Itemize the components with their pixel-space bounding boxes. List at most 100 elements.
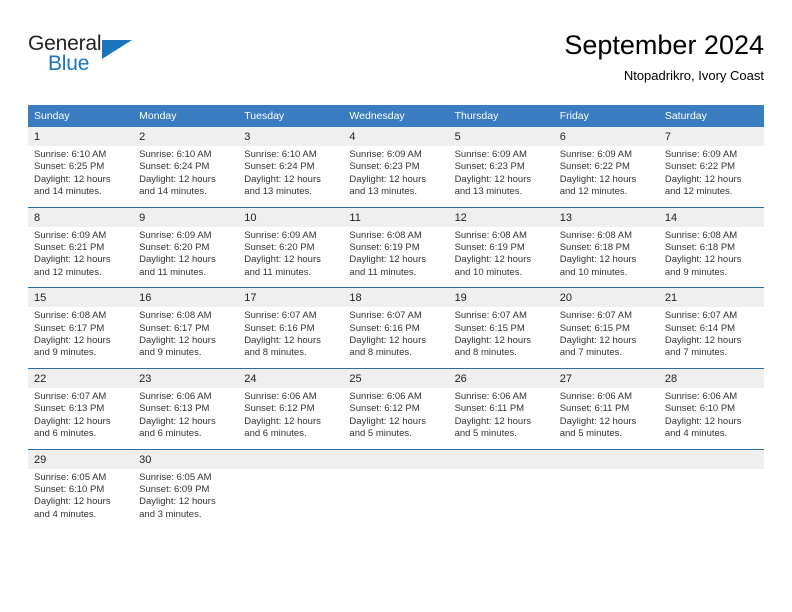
calendar-page: General Blue September 2024 Ntopadrikro,… [0, 0, 792, 612]
day-number[interactable]: 10 [238, 206, 344, 227]
weekday-header-saturday: Saturday [658, 105, 764, 127]
day-number[interactable]: 3 [238, 127, 344, 146]
day-cell[interactable]: Sunrise: 6:08 AM Sunset: 6:19 PM Daylight:… [343, 226, 449, 288]
day-cell[interactable]: Sunrise: 6:09 AM Sunset: 6:20 PM Daylight:… [238, 226, 344, 288]
day-cell[interactable]: Sunrise: 6:10 AM Sunset: 6:24 PM Daylight:… [133, 146, 239, 208]
day-number[interactable]: 24 [238, 367, 344, 388]
day-sunrise-text: Sunrise: 6:06 AM [139, 390, 212, 402]
day-cell[interactable]: Sunrise: 6:10 AM Sunset: 6:25 PM Daylight:… [28, 146, 134, 208]
day-cell[interactable]: Sunrise: 6:08 AM Sunset: 6:18 PM Daylight:… [553, 226, 659, 288]
day-cell[interactable]: Sunrise: 6:06 AM Sunset: 6:11 PM Daylight:… [553, 387, 659, 449]
day-cell[interactable]: Sunrise: 6:06 AM Sunset: 6:12 PM Daylight:… [238, 387, 344, 449]
day-cell[interactable]: Sunrise: 6:09 AM Sunset: 6:21 PM Daylight:… [28, 226, 134, 288]
day-daylight1-text: Daylight: 12 hours [454, 254, 532, 266]
day-number[interactable]: 13 [553, 206, 659, 227]
weekday-header-thursday: Thursday [448, 105, 554, 127]
day-number[interactable]: 4 [343, 127, 449, 146]
day-cell[interactable]: Sunrise: 6:09 AM Sunset: 6:22 PM Daylight:… [553, 146, 659, 208]
calendar-week-numbers-row: 1234567 [28, 127, 764, 146]
day-number[interactable]: 11 [343, 206, 449, 227]
day-daylight2-text: and 5 minutes. [349, 428, 412, 440]
day-number[interactable]: 9 [133, 206, 239, 227]
day-cell[interactable]: Sunrise: 6:07 AM Sunset: 6:13 PM Daylight:… [28, 387, 134, 449]
day-number[interactable]: 21 [658, 287, 764, 308]
day-sunset-text: Sunset: 6:19 PM [349, 242, 420, 254]
day-number[interactable]: 20 [553, 287, 659, 308]
day-number[interactable]: 18 [343, 287, 449, 308]
day-sunset-text: Sunset: 6:10 PM [34, 483, 105, 495]
calendar-grid: Sunday Monday Tuesday Wednesday Thursday… [28, 105, 764, 530]
day-daylight1-text: Daylight: 12 hours [244, 335, 321, 347]
day-cell[interactable]: Sunrise: 6:06 AM Sunset: 6:12 PM Daylight:… [343, 387, 449, 449]
brand-logo[interactable]: General Blue [28, 32, 148, 78]
day-sunrise-text: Sunrise: 6:06 AM [454, 390, 527, 402]
day-daylight2-text: and 9 minutes. [139, 347, 202, 359]
day-cell[interactable]: Sunrise: 6:08 AM Sunset: 6:19 PM Daylight:… [448, 226, 554, 288]
day-sunset-text: Sunset: 6:23 PM [349, 161, 420, 173]
day-cell[interactable]: Sunrise: 6:06 AM Sunset: 6:13 PM Daylight:… [133, 387, 239, 449]
day-number[interactable]: 29 [28, 448, 134, 469]
day-number[interactable]: 5 [448, 127, 554, 146]
day-cell[interactable]: Sunrise: 6:09 AM Sunset: 6:23 PM Daylight:… [448, 146, 554, 208]
weekday-header-sunday: Sunday [28, 105, 134, 127]
day-number[interactable]: 12 [448, 206, 554, 227]
day-number[interactable]: 22 [28, 367, 134, 388]
day-daylight1-text: Daylight: 12 hours [34, 496, 111, 508]
day-daylight2-text: and 11 minutes. [244, 266, 312, 278]
day-daylight1-text: Daylight: 12 hours [244, 415, 321, 427]
day-number[interactable]: 27 [553, 367, 659, 388]
day-cell[interactable]: Sunrise: 6:09 AM Sunset: 6:22 PM Daylight:… [658, 146, 764, 208]
day-daylight1-text: Daylight: 12 hours [559, 335, 637, 347]
day-number[interactable]: 26 [448, 367, 554, 388]
day-sunrise-text: Sunrise: 6:09 AM [454, 149, 527, 160]
day-cell[interactable]: Sunrise: 6:07 AM Sunset: 6:15 PM Daylight:… [448, 307, 554, 369]
day-number[interactable]: 6 [553, 127, 659, 146]
day-number[interactable]: 30 [133, 448, 239, 469]
day-sunrise-text: Sunrise: 6:08 AM [664, 229, 738, 241]
day-cell[interactable]: Sunrise: 6:08 AM Sunset: 6:18 PM Daylight:… [658, 226, 764, 288]
weekday-header-tuesday: Tuesday [238, 105, 344, 127]
day-number[interactable]: 2 [133, 127, 239, 146]
day-sunrise-text: Sunrise: 6:08 AM [139, 310, 212, 322]
day-cell[interactable]: Sunrise: 6:10 AM Sunset: 6:24 PM Daylight:… [238, 146, 344, 208]
weekday-header-wednesday: Wednesday [343, 105, 449, 127]
day-cell[interactable]: Sunrise: 6:07 AM Sunset: 6:14 PM Daylight:… [658, 307, 764, 369]
day-number[interactable]: 16 [133, 287, 239, 308]
day-number[interactable]: 25 [343, 367, 449, 388]
day-cell[interactable]: Sunrise: 6:08 AM Sunset: 6:17 PM Daylight:… [133, 307, 239, 369]
day-number[interactable]: 15 [28, 287, 134, 308]
day-daylight1-text: Daylight: 12 hours [664, 415, 742, 427]
day-cell[interactable]: Sunrise: 6:08 AM Sunset: 6:17 PM Daylight:… [28, 307, 134, 369]
day-daylight1-text: Daylight: 12 hours [139, 415, 216, 427]
day-number[interactable]: 23 [133, 367, 239, 388]
day-number[interactable]: 14 [658, 206, 764, 227]
day-cell[interactable]: Sunrise: 6:07 AM Sunset: 6:16 PM Daylight:… [238, 307, 344, 369]
day-cell[interactable]: Sunrise: 6:05 AM Sunset: 6:10 PM Daylight:… [28, 468, 134, 530]
day-sunset-text: Sunset: 6:22 PM [664, 161, 736, 173]
day-number[interactable]: 8 [28, 206, 134, 227]
day-cell[interactable]: Sunrise: 6:05 AM Sunset: 6:09 PM Daylight:… [133, 468, 239, 530]
calendar-body: 1 2 3 4 5 6 7 Sunrise: 6:10 AM Sunset: 6:25 PM Da… [28, 127, 764, 530]
day-daylight2-text: and 9 minutes. [664, 266, 728, 278]
day-number[interactable]: 19 [448, 287, 554, 308]
day-sunrise-text: Sunrise: 6:09 AM [664, 149, 738, 160]
day-number[interactable]: 17 [238, 287, 344, 308]
calendar-week-numbers-row: 22 23 24 25 26 27 28 [28, 367, 764, 388]
day-cell[interactable]: Sunrise: 6:06 AM Sunset: 6:11 PM Daylight:… [448, 387, 554, 449]
day-cell[interactable]: Sunrise: 6:06 AM Sunset: 6:10 PM Daylight:… [658, 387, 764, 449]
day-daylight2-text: and 9 minutes. [34, 347, 97, 359]
day-cell[interactable]: Sunrise: 6:09 AM Sunset: 6:20 PM Daylight:… [133, 226, 239, 288]
day-cell[interactable]: Sunrise: 6:09 AM Sunset: 6:23 PM Daylight:… [343, 146, 449, 208]
day-daylight1-text: Daylight: 12 hours [139, 496, 216, 508]
day-number[interactable]: 1 [28, 127, 134, 146]
day-number[interactable]: 28 [658, 367, 764, 388]
day-sunrise-text: Sunrise: 6:05 AM [34, 471, 107, 483]
empty-day-cell [553, 448, 659, 469]
day-daylight2-text: and 7 minutes. [664, 347, 728, 359]
day-number[interactable]: 7 [658, 127, 764, 146]
day-daylight1-text: Daylight: 12 hours [349, 173, 426, 185]
day-daylight2-text: and 6 minutes. [244, 428, 307, 440]
day-cell[interactable]: Sunrise: 6:07 AM Sunset: 6:15 PM Daylight:… [553, 307, 659, 369]
day-cell[interactable]: Sunrise: 6:07 AM Sunset: 6:16 PM Daylight:… [343, 307, 449, 369]
empty-day-cell [343, 448, 449, 469]
